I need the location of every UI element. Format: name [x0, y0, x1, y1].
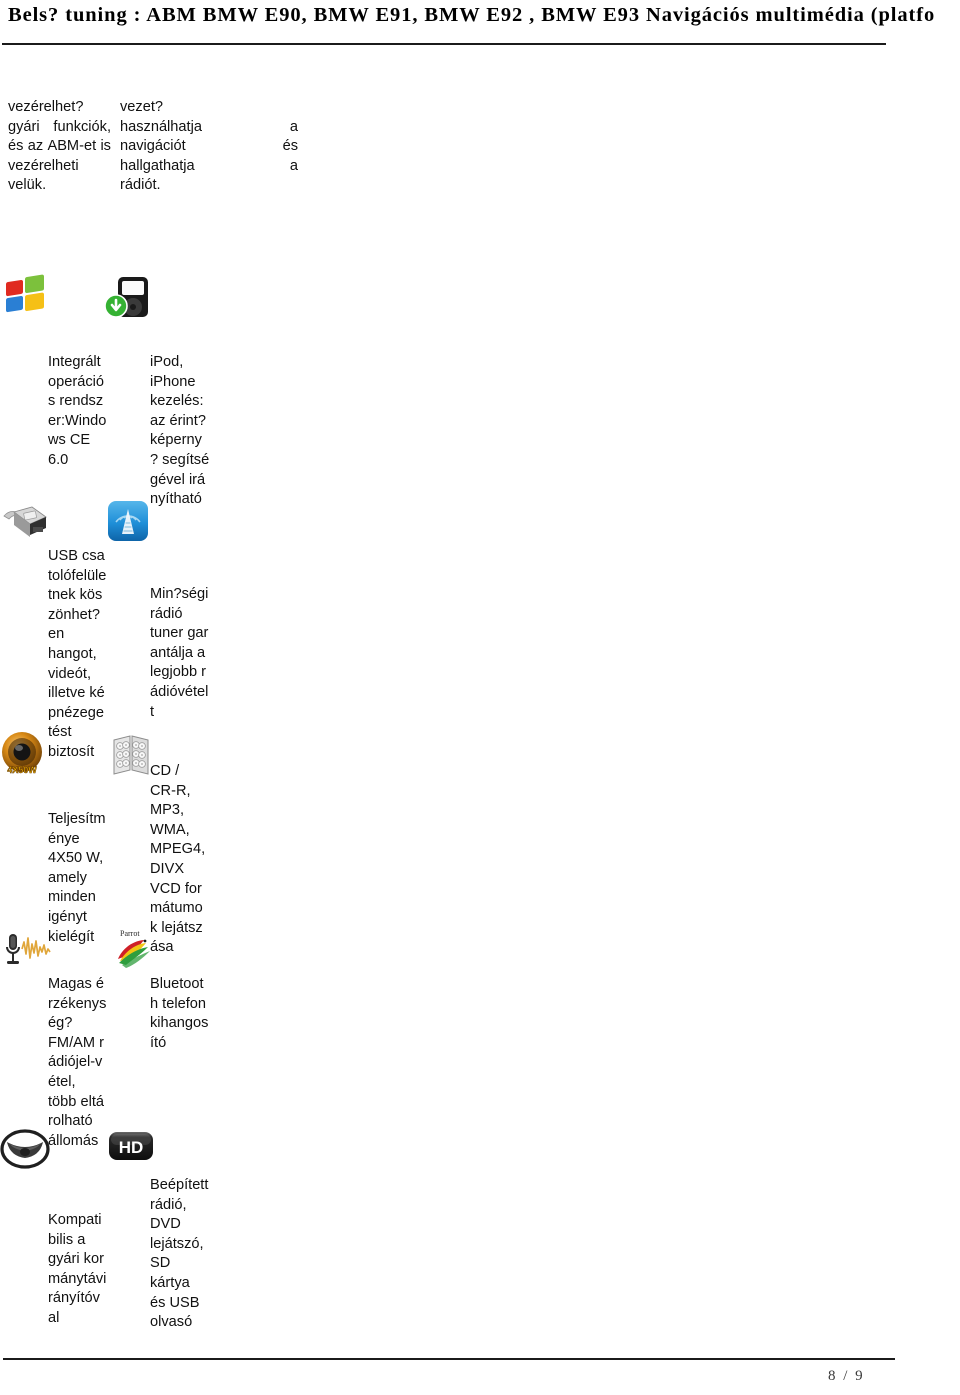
intro-left-line-4: vezérelheti	[8, 157, 79, 174]
header-divider	[2, 43, 886, 45]
svg-text:4X50W: 4X50W	[7, 765, 37, 775]
svg-text:Parrot: Parrot	[120, 929, 140, 938]
feature-text-steering: Kompati bilis a gyári kor mánytávi rányí…	[48, 1212, 107, 1326]
feature-text-usb: USB csa tolófelüle tnek kös zönhet? en h…	[48, 548, 107, 760]
feature-text-power: Teljesítm énye 4X50 W, amely minden igén…	[48, 811, 106, 945]
feature-text-bluetooth: Bluetoot h telefon kihangos ító	[150, 976, 209, 1051]
page-title: Bels? tuning : ABM BMW E90, BMW E91, BMW…	[8, 4, 936, 26]
intro-left-line-1: vezérelhet?	[8, 99, 84, 115]
microphone-waveform-icon	[2, 930, 54, 978]
steering-wheel-icon	[0, 1128, 52, 1176]
speaker-4x50w-icon: 4X50W	[0, 730, 52, 778]
intro-left-line-2: gyári funkciók,	[8, 118, 111, 135]
svg-text:HD: HD	[119, 1138, 144, 1157]
intro-right-line-4: hallgathatja a	[120, 157, 298, 174]
intro-right-line-2: használhatja a	[120, 118, 298, 135]
intro-right-line-1: vezet?	[120, 99, 163, 115]
intro-right-line-5: rádiót.	[120, 177, 161, 193]
feature-text-radio: Min?ségi rádió tuner gar antálja a legjo…	[150, 586, 209, 720]
windows-logo-icon	[2, 273, 54, 321]
feature-text-os: Integrált operáció s rendsz er:Windo ws …	[48, 354, 107, 468]
page-number: 8 / 9	[828, 1368, 865, 1384]
intro-left-line-5: velük.	[8, 177, 47, 193]
parrot-logo-icon: Parrot	[112, 927, 164, 975]
feature-text-ipod: iPod, iPhone kezelés: az érint? képerny …	[150, 354, 210, 508]
hd-badge-icon: HD	[108, 1130, 160, 1178]
ipod-download-icon	[104, 275, 156, 323]
footer-divider	[3, 1358, 895, 1360]
intro-right-column: vezet? használhatja a navigációt és hallga…	[120, 98, 298, 196]
feature-text-fmam: Magas é rzékenys ég? FM/AM r ádiójel-v é…	[48, 976, 107, 1149]
usb-connector-icon	[0, 500, 52, 548]
feature-text-builtin: Beépített rádió, DVD lejátszó, SD kártya…	[150, 1177, 209, 1331]
intro-left-line-3: és az ABM-et is	[8, 138, 111, 154]
intro-left-column: vezérelhet? gyári funkciók, és az ABM-et is …	[8, 98, 111, 196]
radio-tower-icon	[107, 500, 159, 548]
intro-right-line-3: navigációt és	[120, 138, 298, 154]
